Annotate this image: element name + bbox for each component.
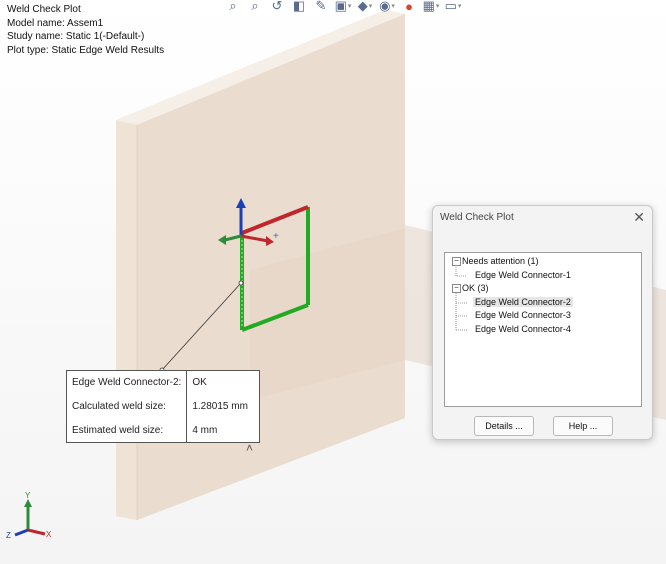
callout-value: OK bbox=[192, 377, 207, 389]
study-name: Study name: Static 1(-Default-) bbox=[7, 31, 145, 43]
triad-axis-y-arrow bbox=[24, 499, 32, 507]
plot-type: Plot type: Static Edge Weld Results bbox=[7, 44, 165, 56]
triad-label-y: Y bbox=[25, 491, 31, 500]
tree-item[interactable]: Edge Weld Connector-3 bbox=[475, 310, 571, 320]
tree-group-needs-attention[interactable]: Needs attention (1) bbox=[462, 256, 539, 266]
model-name: Model name: Assem1 bbox=[7, 17, 104, 29]
callout-key: Edge Weld Connector-2: bbox=[67, 371, 188, 395]
weld-result-callout: Edge Weld Connector-2: OK Calculated wel… bbox=[66, 370, 260, 443]
leader-start bbox=[238, 280, 244, 286]
graphics-viewport[interactable]: + Y X Z Weld Check Plot Model name: Asse… bbox=[0, 0, 666, 564]
scene-icon[interactable]: ▦ ▾ bbox=[422, 0, 440, 14]
triad-label-z: Z bbox=[6, 531, 11, 540]
section-view-icon[interactable]: ◧ bbox=[290, 0, 308, 14]
help-button[interactable]: Help ... bbox=[553, 416, 613, 436]
callout-key: Calculated weld size: bbox=[67, 394, 188, 419]
triad-axis-z bbox=[14, 528, 29, 537]
weld-check-plot-dialog: Weld Check Plot ✕ − Needs attention (1) … bbox=[432, 205, 653, 440]
tree-item[interactable]: Edge Weld Connector-4 bbox=[475, 324, 571, 334]
triad-axis-x bbox=[27, 528, 46, 536]
dynamic-annotation-icon[interactable]: ✎ bbox=[312, 0, 330, 14]
expand-collapse-icon[interactable]: − bbox=[452, 284, 461, 293]
tree-group-ok[interactable]: OK (3) bbox=[462, 283, 489, 293]
view-orientation-icon[interactable]: ▣ ▾ bbox=[334, 0, 352, 14]
zoom-area-icon[interactable]: ⌕ bbox=[246, 0, 264, 14]
appearance-icon[interactable]: ● bbox=[400, 0, 418, 14]
hide-show-icon[interactable]: ◉ ▾ bbox=[378, 0, 396, 14]
callout-table: Edge Weld Connector-2: OK Calculated wel… bbox=[67, 371, 259, 442]
display-icon[interactable]: ▭ ▾ bbox=[444, 0, 462, 14]
table-row: Estimated weld size: 4 mm bbox=[67, 418, 259, 442]
dialog-title: Weld Check Plot bbox=[440, 212, 514, 223]
heads-up-toolbar: ⌕ ⌕ ↺ ◧ ✎ ▣ ▾ ◆ ▾ ◉ ▾ ● ▦ ▾ ▭ ▾ bbox=[224, 0, 462, 16]
callout-value: 4 mm bbox=[192, 424, 218, 436]
plot-title: Weld Check Plot bbox=[7, 4, 81, 15]
callout-collapse-icon[interactable]: ˄ bbox=[246, 441, 253, 455]
display-style-icon[interactable]: ◆ ▾ bbox=[356, 0, 374, 14]
tree-item[interactable]: Edge Weld Connector-1 bbox=[475, 270, 571, 280]
table-row: Edge Weld Connector-2: OK bbox=[67, 371, 259, 395]
svg-text:+: + bbox=[273, 231, 279, 242]
tree-item-selected[interactable]: Edge Weld Connector-2 bbox=[473, 297, 573, 307]
callout-key: Estimated weld size: bbox=[67, 418, 188, 442]
weld-tree: − Needs attention (1) Edge Weld Connecto… bbox=[444, 252, 642, 407]
callout-value: 1.28015 mm bbox=[192, 400, 248, 412]
triad-label-x: X bbox=[46, 530, 52, 539]
table-row: Calculated weld size: 1.28015 mm bbox=[67, 394, 259, 419]
details-button[interactable]: Details ... bbox=[474, 416, 534, 436]
previous-view-icon[interactable]: ↺ bbox=[268, 0, 286, 14]
close-icon[interactable]: ✕ bbox=[633, 209, 645, 226]
expand-collapse-icon[interactable]: − bbox=[452, 257, 461, 266]
zoom-to-fit-icon[interactable]: ⌕ bbox=[224, 0, 242, 14]
plot-info: Weld Check Plot Model name: Assem1 Study… bbox=[7, 3, 164, 57]
